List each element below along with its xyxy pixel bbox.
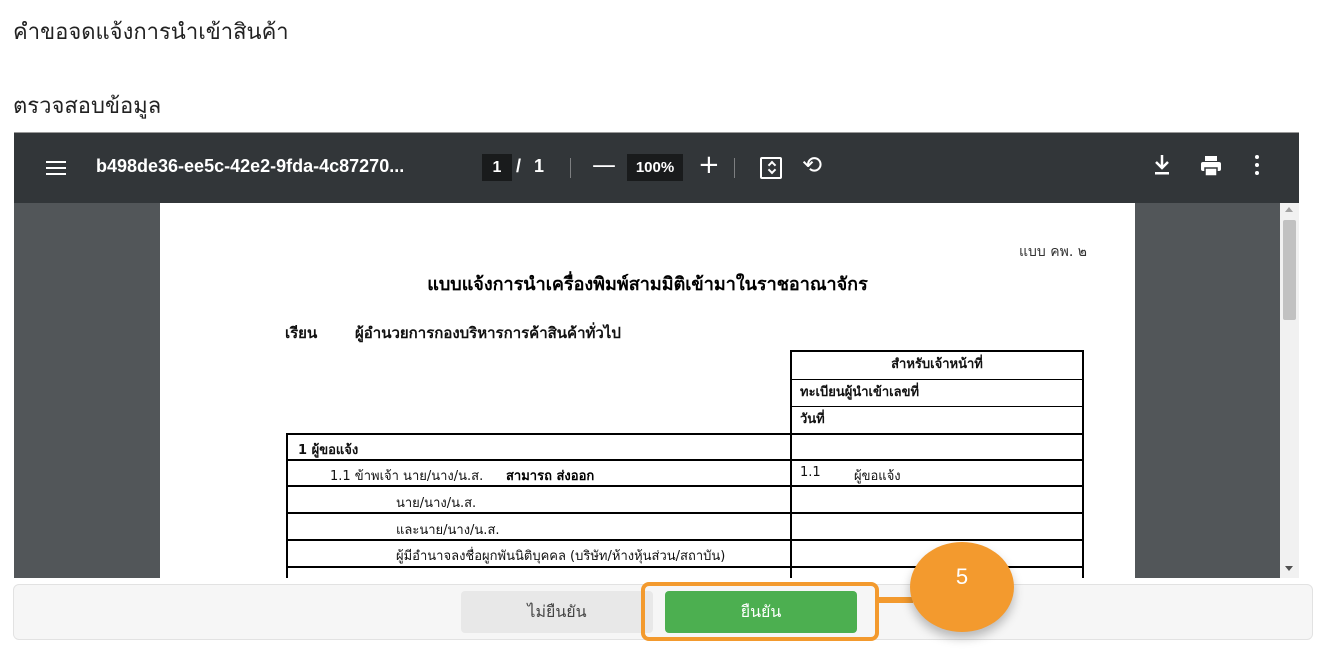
menu-icon[interactable] [46, 158, 66, 178]
step-badge: 5 [910, 542, 1014, 632]
print-icon[interactable] [1200, 155, 1222, 177]
highlight-box [641, 582, 879, 641]
pdf-file-name: b498de36-ee5c-42e2-9fda-4c87270... [96, 156, 405, 176]
table-divider [790, 435, 792, 578]
row1-value: สามารถ ส่งออก [506, 469, 595, 484]
table-line [288, 459, 1082, 461]
officer-box: สำหรับเจ้าหน้าที่ ทะเบียนผู้นำเข้าเลขที่… [790, 350, 1084, 435]
pdf-viewer: b498de36-ee5c-42e2-9fda-4c87270... 1 / 1… [14, 132, 1299, 578]
zoom-out-button[interactable]: — [592, 153, 616, 177]
to-value: ผู้อำนวยการกองบริหารการค้าสินค้าทั่วไป [355, 324, 621, 342]
callout-line [879, 597, 913, 603]
row1-right-label: ผู้ขอแจ้ง [854, 469, 901, 484]
toolbar-divider [570, 158, 571, 178]
pdf-toolbar: b498de36-ee5c-42e2-9fda-4c87270... 1 / 1… [14, 133, 1299, 203]
officer-header: สำหรับเจ้าหน้าที่ [792, 352, 1082, 380]
row4-label: ผู้มีอำนาจลงชื่อผูกพันนิติบุคคล (บริษัท/… [396, 549, 726, 564]
pdf-scrollbar[interactable] [1280, 203, 1299, 578]
page-title: คำขอจดแจ้งการนำเข้าสินค้า [13, 20, 289, 45]
officer-registration: ทะเบียนผู้นำเข้าเลขที่ [792, 380, 1082, 407]
to-label: เรียน [285, 324, 318, 342]
officer-date: วันที่ [800, 412, 825, 427]
row2-label: นาย/นาง/น.ส. [396, 496, 477, 511]
more-vert-icon[interactable] [1252, 155, 1262, 179]
zoom-input[interactable]: 100% [627, 154, 683, 181]
fit-page-icon[interactable] [760, 157, 782, 179]
scroll-thumb[interactable] [1283, 220, 1296, 320]
scroll-down-icon[interactable] [1285, 566, 1293, 571]
reject-button[interactable]: ไม่ยืนยัน [461, 591, 653, 633]
pdf-page: แบบ คพ. ๒ แบบแจ้งการนำเครื่องพิมพ์สามมิต… [160, 203, 1135, 578]
row3-label: และนาย/นาง/น.ส. [396, 523, 500, 538]
section-title: ตรวจสอบข้อมูล [13, 94, 162, 119]
download-icon[interactable] [1152, 153, 1172, 177]
zoom-in-button[interactable]: + [698, 152, 720, 178]
row1-label: 1.1 ข้าพเจ้า นาย/นาง/น.ส. [330, 469, 484, 484]
toolbar-divider [734, 158, 735, 178]
document-title: แบบแจ้งการนำเครื่องพิมพ์สามมิติเข้ามาในร… [427, 274, 868, 295]
page-number-input[interactable]: 1 [482, 154, 512, 181]
row1-right-num: 1.1 [800, 465, 821, 480]
page-separator: / [516, 156, 522, 176]
page-total: 1 [534, 156, 545, 176]
scroll-up-icon[interactable] [1285, 207, 1293, 212]
section1-title: 1 ผู้ขอแจ้ง [298, 443, 359, 458]
pdf-scroll-area[interactable]: แบบ คพ. ๒ แบบแจ้งการนำเครื่องพิมพ์สามมิต… [14, 203, 1299, 578]
rotate-icon[interactable]: ⟲ [802, 151, 822, 179]
form-code: แบบ คพ. ๒ [1019, 244, 1087, 260]
